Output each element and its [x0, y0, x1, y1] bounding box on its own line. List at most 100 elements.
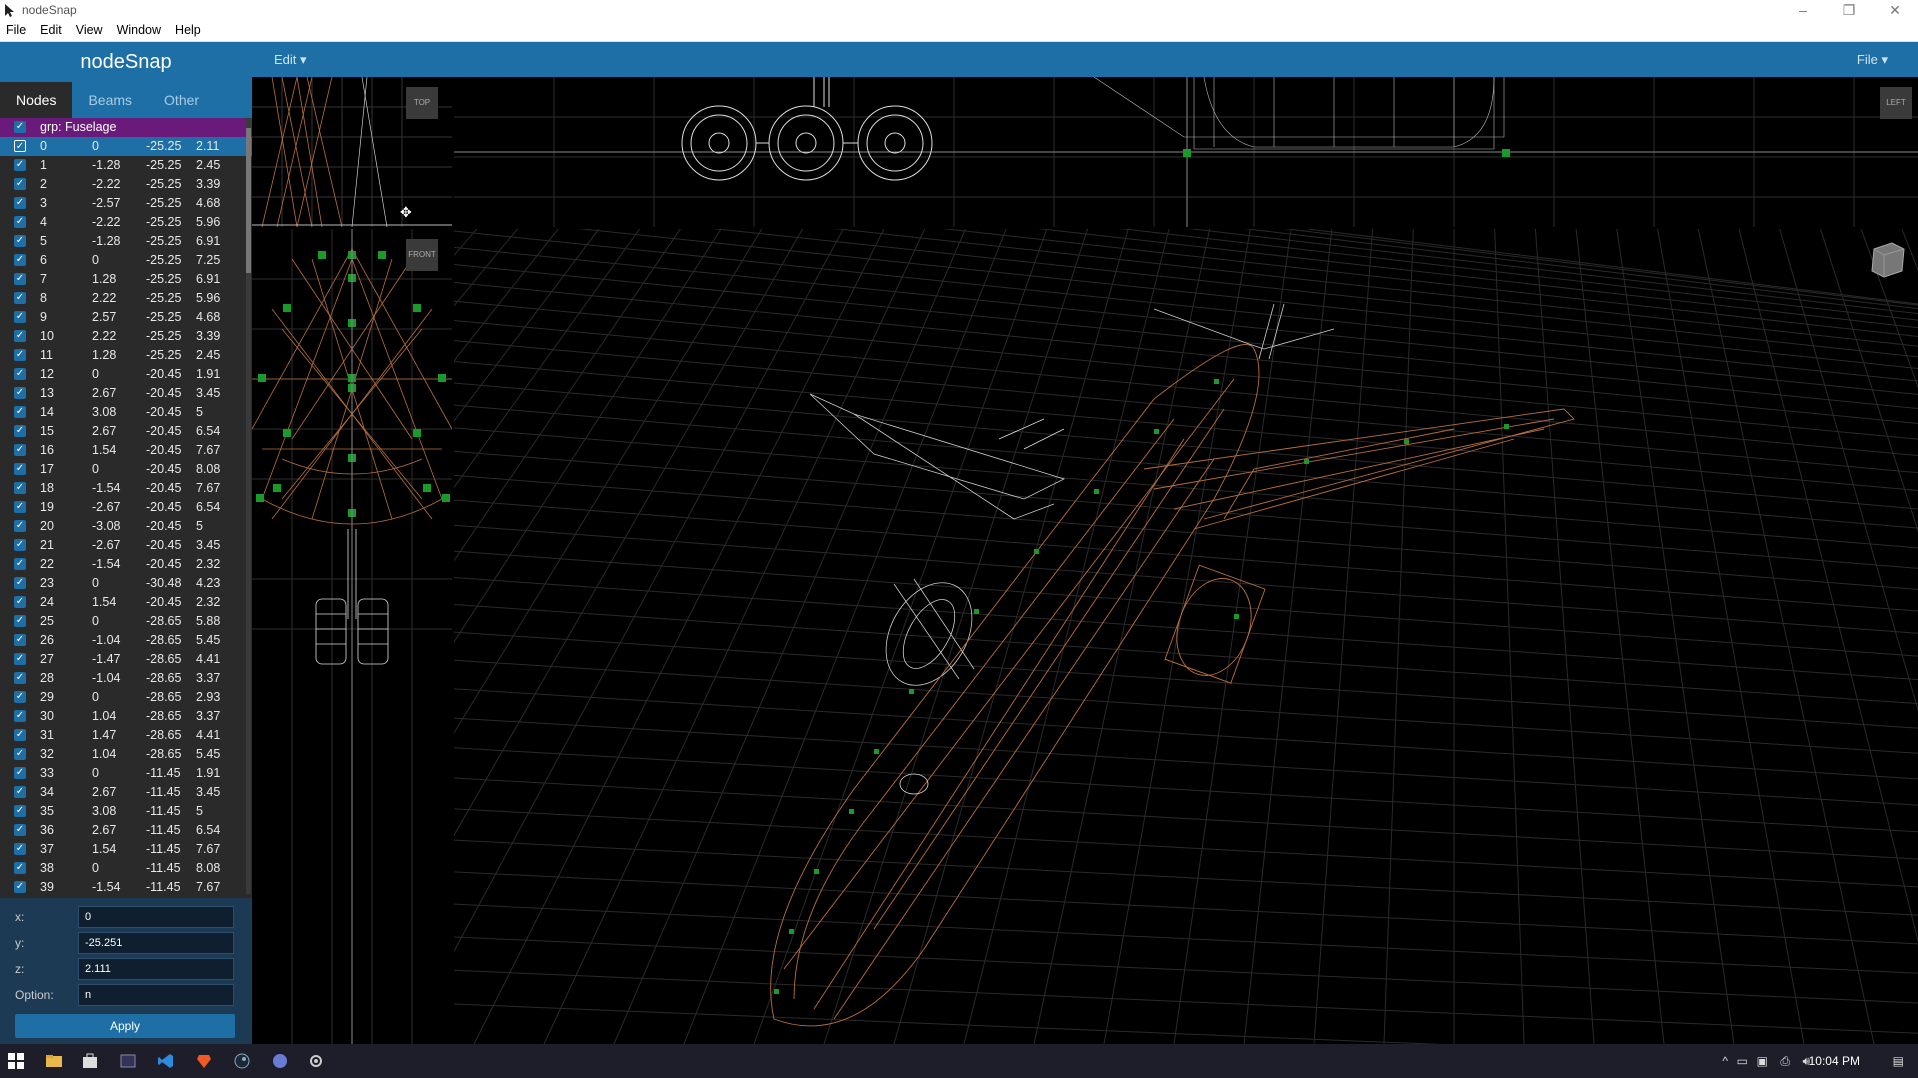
- node-row[interactable]: ✓ 19 -2.67 -20.45 6.54: [0, 498, 252, 517]
- node-row[interactable]: ✓ 9 2.57 -25.25 4.68: [0, 308, 252, 327]
- node-row[interactable]: ✓ 26 -1.04 -28.65 5.45: [0, 631, 252, 650]
- windows-start-icon[interactable]: [8, 1053, 24, 1069]
- node-row[interactable]: ✓ 4 -2.22 -25.25 5.96: [0, 213, 252, 232]
- checkbox-icon[interactable]: ✓: [14, 311, 26, 323]
- checkbox-icon[interactable]: ✓: [14, 292, 26, 304]
- node-row[interactable]: ✓ 32 1.04 -28.65 5.45: [0, 745, 252, 764]
- vscode-icon[interactable]: [158, 1053, 174, 1069]
- checkbox-icon[interactable]: ✓: [14, 786, 26, 798]
- restore-button[interactable]: ❐: [1826, 0, 1872, 20]
- node-row[interactable]: ✓ 31 1.47 -28.65 4.41: [0, 726, 252, 745]
- node-row[interactable]: ✓ 7 1.28 -25.25 6.91: [0, 270, 252, 289]
- y-input[interactable]: [78, 932, 234, 954]
- checkbox-icon[interactable]: ✓: [14, 672, 26, 684]
- node-row[interactable]: ✓ 14 3.08 -20.45 5: [0, 403, 252, 422]
- tab-beams[interactable]: Beams: [72, 82, 148, 118]
- checkbox-icon[interactable]: ✓: [14, 881, 26, 893]
- checkbox-icon[interactable]: ✓: [14, 425, 26, 437]
- checkbox-icon[interactable]: ✓: [14, 273, 26, 285]
- minimize-button[interactable]: –: [1780, 0, 1826, 20]
- settings-gear-icon[interactable]: [308, 1053, 324, 1069]
- node-row[interactable]: ✓ 36 2.67 -11.45 6.54: [0, 821, 252, 840]
- node-row[interactable]: ✓ 30 1.04 -28.65 3.37: [0, 707, 252, 726]
- checkbox-icon[interactable]: ✓: [14, 368, 26, 380]
- notification-icon[interactable]: ▤: [1893, 1054, 1904, 1068]
- checkbox-icon[interactable]: ✓: [14, 805, 26, 817]
- chevron-up-icon[interactable]: ^: [1722, 1054, 1728, 1068]
- node-row[interactable]: ✓ 28 -1.04 -28.65 3.37: [0, 669, 252, 688]
- menu-edit[interactable]: Edit: [33, 20, 69, 37]
- checkbox-icon[interactable]: ✓: [14, 596, 26, 608]
- file-explorer-icon[interactable]: [46, 1053, 62, 1069]
- node-list-scrollbar[interactable]: [246, 118, 251, 894]
- node-row[interactable]: ✓ 24 1.54 -20.45 2.32: [0, 593, 252, 612]
- checkbox-icon[interactable]: ✓: [14, 710, 26, 722]
- top-view-label[interactable]: TOP: [406, 87, 438, 119]
- tray-device-icon[interactable]: ▭: [1737, 1054, 1748, 1068]
- node-row[interactable]: ✓ 8 2.22 -25.25 5.96: [0, 289, 252, 308]
- z-input[interactable]: [78, 958, 234, 980]
- store-icon[interactable]: [82, 1053, 98, 1069]
- checkbox-icon[interactable]: ✓: [14, 349, 26, 361]
- node-row[interactable]: ✓ 5 -1.28 -25.25 6.91: [0, 232, 252, 251]
- network-icon[interactable]: ⎙: [1780, 1054, 1790, 1069]
- tab-nodes[interactable]: Nodes: [0, 82, 73, 118]
- node-row[interactable]: ✓ 2 -2.22 -25.25 3.39: [0, 175, 252, 194]
- front-view-label[interactable]: FRONT: [406, 239, 438, 271]
- menu-window[interactable]: Window: [110, 20, 168, 37]
- view-cube-icon[interactable]: [1868, 239, 1908, 279]
- node-row[interactable]: ✓ 1 -1.28 -25.25 2.45: [0, 156, 252, 175]
- gear-view-viewport[interactable]: [252, 529, 452, 1044]
- checkbox-icon[interactable]: ✓: [14, 330, 26, 342]
- checkbox-icon[interactable]: ✓: [14, 387, 26, 399]
- window-app-icon[interactable]: [120, 1053, 136, 1069]
- checkbox-icon[interactable]: ✓: [14, 577, 26, 589]
- checkbox-icon[interactable]: ✓: [14, 235, 26, 247]
- node-row[interactable]: ✓ 0 0 -25.25 2.11: [0, 137, 252, 156]
- node-row[interactable]: ✓ 35 3.08 -11.45 5: [0, 802, 252, 821]
- checkbox-icon[interactable]: ✓: [14, 653, 26, 665]
- checkbox-icon[interactable]: ✓: [14, 406, 26, 418]
- brave-browser-icon[interactable]: [196, 1053, 212, 1069]
- group-row[interactable]: ✓ grp: Fuselage: [0, 118, 252, 137]
- checkbox-icon[interactable]: ✓: [14, 197, 26, 209]
- left-view-label[interactable]: LEFT: [1880, 87, 1912, 119]
- tab-other[interactable]: Other: [148, 82, 215, 118]
- node-row[interactable]: ✓ 20 -3.08 -20.45 5: [0, 517, 252, 536]
- front-view-viewport[interactable]: FRONT: [252, 229, 452, 529]
- node-row[interactable]: ✓ 13 2.67 -20.45 3.45: [0, 384, 252, 403]
- node-row[interactable]: ✓ 22 -1.54 -20.45 2.32: [0, 555, 252, 574]
- node-row[interactable]: ✓ 17 0 -20.45 8.08: [0, 460, 252, 479]
- node-row[interactable]: ✓ 29 0 -28.65 2.93: [0, 688, 252, 707]
- checkbox-icon[interactable]: ✓: [14, 615, 26, 627]
- node-row[interactable]: ✓ 12 0 -20.45 1.91: [0, 365, 252, 384]
- node-row[interactable]: ✓ 3 -2.57 -25.25 4.68: [0, 194, 252, 213]
- top-view-viewport[interactable]: ✥ TOP: [252, 77, 452, 227]
- node-row[interactable]: ✓ 16 1.54 -20.45 7.67: [0, 441, 252, 460]
- node-row[interactable]: ✓ 21 -2.67 -20.45 3.45: [0, 536, 252, 555]
- menu-file[interactable]: File: [0, 20, 33, 37]
- node-row[interactable]: ✓ 15 2.67 -20.45 6.54: [0, 422, 252, 441]
- system-clock[interactable]: 10:04 PM: [1809, 1054, 1860, 1068]
- node-row[interactable]: ✓ 10 2.22 -25.25 3.39: [0, 327, 252, 346]
- apply-button[interactable]: Apply: [15, 1014, 235, 1038]
- menu-help[interactable]: Help: [168, 20, 208, 37]
- left-view-viewport[interactable]: LEFT: [454, 77, 1918, 227]
- node-row[interactable]: ✓ 38 0 -11.45 8.08: [0, 859, 252, 878]
- node-row[interactable]: ✓ 34 2.67 -11.45 3.45: [0, 783, 252, 802]
- steam-icon[interactable]: [234, 1053, 250, 1069]
- node-row[interactable]: ✓ 27 -1.47 -28.65 4.41: [0, 650, 252, 669]
- node-row[interactable]: ✓ 23 0 -30.48 4.23: [0, 574, 252, 593]
- node-row[interactable]: ✓ 37 1.54 -11.45 7.67: [0, 840, 252, 859]
- checkbox-icon[interactable]: ✓: [14, 482, 26, 494]
- checkbox-icon[interactable]: ✓: [14, 501, 26, 513]
- checkbox-icon[interactable]: ✓: [14, 216, 26, 228]
- node-row[interactable]: ✓ 39 -1.54 -11.45 7.67: [0, 878, 252, 894]
- checkbox-icon[interactable]: ✓: [14, 729, 26, 741]
- tray-usb-icon[interactable]: ▣: [1757, 1054, 1768, 1068]
- close-button[interactable]: ✕: [1872, 0, 1918, 20]
- node-row[interactable]: ✓ 33 0 -11.45 1.91: [0, 764, 252, 783]
- checkbox-icon[interactable]: ✓: [14, 159, 26, 171]
- checkbox-icon[interactable]: ✓: [14, 767, 26, 779]
- toolbar-edit-menu[interactable]: Edit ▾: [274, 52, 307, 68]
